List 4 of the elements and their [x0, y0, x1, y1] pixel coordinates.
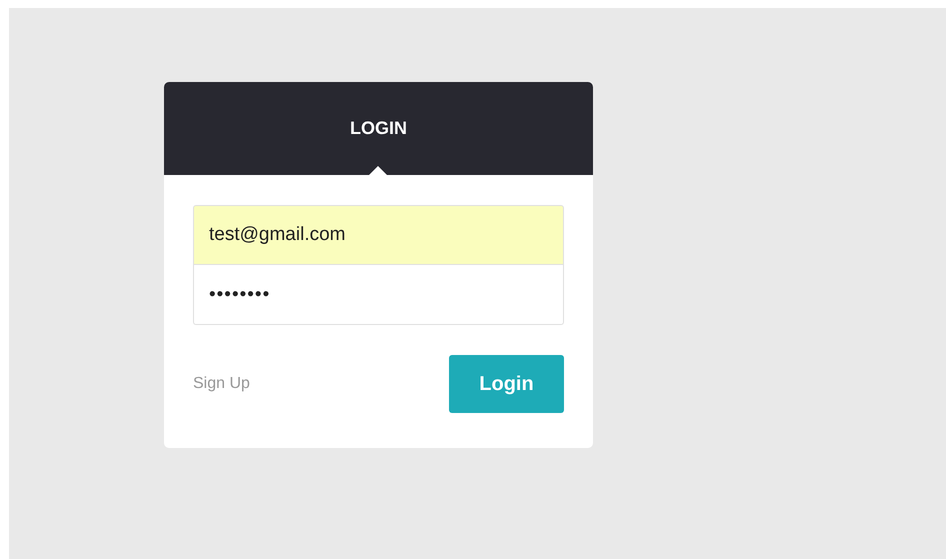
pointer-notch-icon — [369, 166, 387, 175]
password-field[interactable]: •••••••• — [193, 265, 564, 325]
email-field[interactable]: test@gmail.com — [193, 205, 564, 265]
login-title: LOGIN — [350, 118, 407, 139]
